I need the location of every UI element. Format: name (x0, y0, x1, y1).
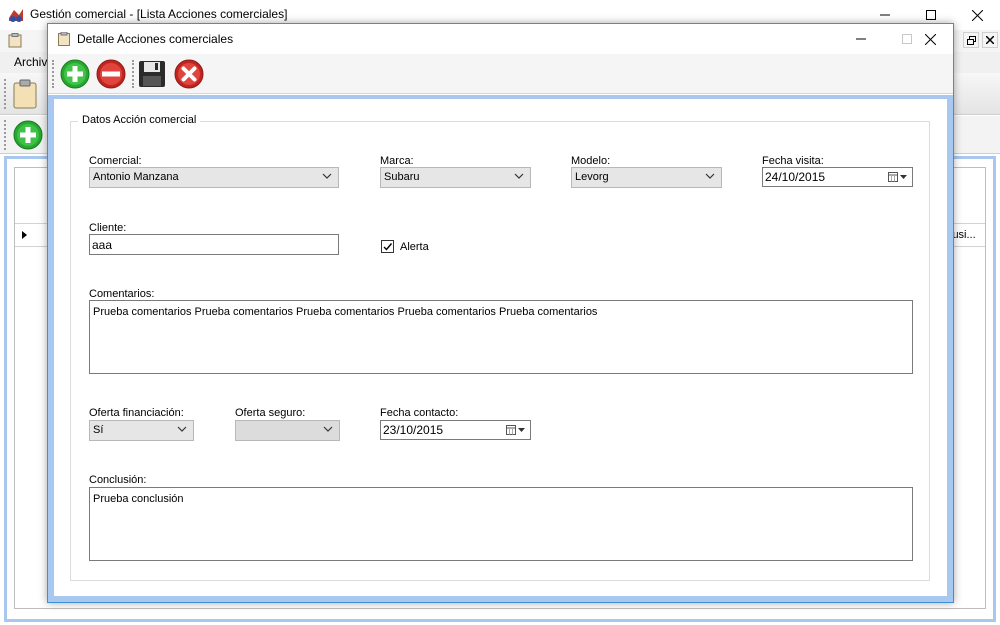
cliente-value: aaa (92, 238, 113, 252)
row-selector-icon (22, 231, 27, 239)
main-window-title: Gestión comercial - [Lista Acciones come… (30, 7, 288, 21)
minimize-icon (856, 38, 866, 40)
modelo-value: Levorg (575, 171, 609, 183)
marca-label: Marca: (380, 155, 414, 167)
dialog-titlebar: Detalle Acciones comerciales (48, 24, 953, 54)
cancel-button[interactable] (173, 58, 205, 90)
dialog-title: Detalle Acciones comerciales (77, 32, 234, 46)
close-icon (971, 9, 983, 21)
app-icon (7, 6, 25, 24)
cliente-input[interactable]: aaa (89, 234, 339, 255)
dialog-icon (58, 31, 70, 49)
fecha-contacto-picker[interactable]: 23/10/2015 (380, 420, 531, 440)
clipboard-icon[interactable] (12, 79, 38, 112)
oferta-financiacion-select[interactable]: Sí (89, 420, 194, 441)
comercial-select[interactable]: Antonio Manzana (89, 167, 339, 188)
oferta-seguro-select[interactable] (235, 420, 340, 441)
conclusion-label: Conclusión: (89, 474, 147, 486)
mdi-child-icon (8, 33, 22, 48)
marca-value: Subaru (384, 171, 420, 183)
close-icon (924, 33, 936, 45)
add-icon (60, 59, 90, 89)
comentarios-textarea[interactable]: Prueba comentarios Prueba comentarios Pr… (89, 300, 913, 374)
fecha-visita-value: 24/10/2015 (765, 170, 826, 184)
dialog-minimize-button[interactable] (838, 24, 884, 54)
dialog-body: Datos Acción comercial Comercial: Antoni… (48, 95, 953, 602)
comentarios-label: Comentarios: (89, 288, 155, 300)
alerta-label: Alerta (400, 241, 429, 253)
restore-icon (966, 35, 976, 45)
oferta-seguro-label: Oferta seguro: (235, 407, 306, 419)
chevron-down-icon (322, 173, 332, 179)
comercial-value: Antonio Manzana (93, 171, 179, 183)
save-icon (139, 61, 165, 87)
dialog-form-panel: Datos Acción comercial Comercial: Antoni… (54, 99, 947, 596)
conclusion-textarea[interactable]: Prueba conclusión (89, 487, 913, 561)
fecha-contacto-value: 23/10/2015 (383, 423, 444, 437)
save-button[interactable] (136, 58, 168, 90)
chevron-down-icon (323, 426, 333, 432)
alerta-checkbox[interactable] (381, 240, 394, 253)
conclusion-value: Prueba conclusión (93, 493, 184, 505)
modelo-label: Modelo: (571, 155, 611, 167)
chevron-down-icon (705, 173, 715, 179)
detalle-dialog: Detalle Acciones comerciales Datos Acció… (47, 23, 954, 603)
modelo-select[interactable]: Levorg (571, 167, 722, 188)
toolbar-separator (132, 60, 134, 88)
fecha-visita-label: Fecha visita: (762, 155, 824, 167)
fecha-visita-picker[interactable]: 24/10/2015 (762, 167, 913, 187)
comercial-label: Comercial: (89, 155, 142, 167)
mdi-close-button[interactable] (982, 32, 998, 48)
dialog-close-button[interactable] (907, 24, 953, 54)
close-button[interactable] (954, 0, 1000, 30)
maximize-icon (926, 10, 936, 20)
toolbar-grip[interactable] (4, 79, 6, 109)
mdi-restore-button[interactable] (963, 32, 979, 48)
fecha-contacto-label: Fecha contacto: (380, 407, 459, 419)
dialog-toolbar (48, 54, 953, 94)
add-icon[interactable] (12, 119, 44, 154)
remove-button[interactable] (95, 58, 127, 90)
add-button[interactable] (59, 58, 91, 90)
chevron-down-icon (177, 426, 187, 432)
marca-select[interactable]: Subaru (380, 167, 531, 188)
minimize-icon (880, 14, 890, 16)
menu-archivo[interactable]: Archiv (14, 55, 47, 69)
calendar-dropdown-icon[interactable] (888, 171, 908, 183)
cliente-label: Cliente: (89, 222, 127, 234)
oferta-financiacion-label: Oferta financiación: (89, 407, 184, 419)
toolbar-grip[interactable] (52, 60, 54, 88)
checkmark-icon (383, 243, 393, 251)
toolbar-grip[interactable] (4, 120, 6, 150)
oferta-financiacion-value: Sí (93, 424, 104, 436)
cancel-icon (174, 59, 204, 89)
chevron-down-icon (514, 173, 524, 179)
remove-icon (96, 59, 126, 89)
group-title: Datos Acción comercial (78, 114, 201, 126)
comentarios-value: Prueba comentarios Prueba comentarios Pr… (93, 306, 598, 318)
calendar-dropdown-icon[interactable] (506, 424, 526, 436)
close-icon (986, 36, 994, 44)
